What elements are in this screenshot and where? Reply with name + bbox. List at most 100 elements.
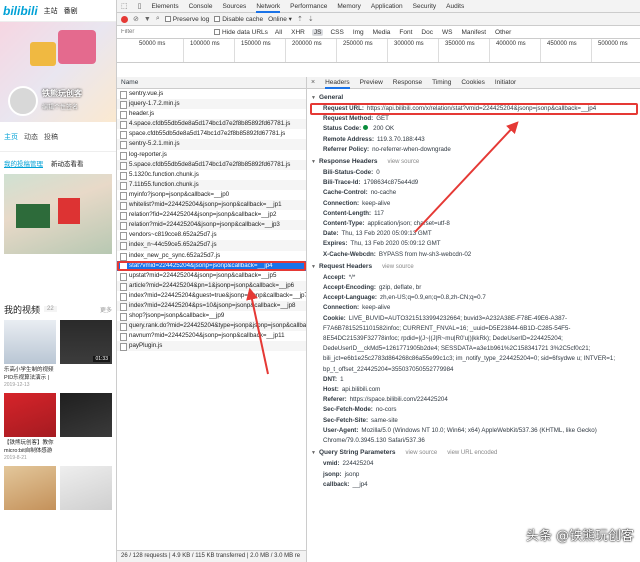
tab-response[interactable]: Response xyxy=(393,77,422,89)
request-row[interactable]: header.js xyxy=(117,109,306,120)
featured-video-thumbnail[interactable] xyxy=(4,174,112,254)
view-source-link[interactable]: view source xyxy=(406,450,438,456)
tab-network[interactable]: Network xyxy=(256,0,281,13)
request-row[interactable]: navnum?mid=224425204&jsonp=jsonp&callbac… xyxy=(117,331,306,342)
request-row[interactable]: index_n~44c59ce5.652a25d7.js xyxy=(117,240,306,251)
tab-console[interactable]: Console xyxy=(189,0,213,13)
tab-memory[interactable]: Memory xyxy=(337,0,360,13)
video-card[interactable] xyxy=(4,393,56,437)
request-row[interactable]: 5.1320c.function.chunk.js xyxy=(117,170,306,180)
request-row[interactable]: relation?mid=224425204&jsonp=jsonp&callb… xyxy=(117,220,306,231)
filter-media[interactable]: Media xyxy=(371,29,393,36)
video-thumbnail[interactable] xyxy=(4,466,56,510)
device-toolbar-icon[interactable]: ▯ xyxy=(138,2,142,10)
search-icon[interactable]: ⌕ xyxy=(156,15,160,23)
video-card[interactable] xyxy=(4,320,56,364)
request-row[interactable]: 5.space.cfdb55db5de8a5d174bc1d7e2f8b8589… xyxy=(117,159,306,170)
export-icon[interactable]: ⇣ xyxy=(308,15,314,23)
video-card[interactable] xyxy=(60,366,112,391)
filter-font[interactable]: Font xyxy=(397,29,414,36)
throttling-select[interactable]: Online ▾ xyxy=(268,15,292,23)
request-headers-section-header[interactable]: ▼ Request Headers view source xyxy=(311,261,640,273)
tab-home[interactable]: 主页 xyxy=(4,132,18,142)
video-thumbnail[interactable] xyxy=(60,466,112,510)
request-row[interactable]: index?mid=224425204&guest=true&jsonp=jso… xyxy=(117,291,306,301)
request-row[interactable]: vendors~c819cce8.652a25d7.js xyxy=(117,230,306,241)
request-row[interactable]: jquery-1.7.2.min.js xyxy=(117,99,306,110)
request-row[interactable]: log-reporter.js xyxy=(117,150,306,160)
checkbox-box[interactable] xyxy=(214,16,221,22)
filter-all[interactable]: All xyxy=(273,29,284,36)
request-row[interactable]: payPlugin.js xyxy=(117,341,306,352)
request-row[interactable]: myinfo?jsonp=jsonp&callback=__jp0 xyxy=(117,190,306,201)
view-source-link[interactable]: view source xyxy=(387,159,419,165)
tab-cookies[interactable]: Cookies xyxy=(461,77,484,89)
request-row-selected[interactable]: stat?vmid=224425204&jsonp=jsonp&callback… xyxy=(117,260,306,271)
tab-submit[interactable]: 投稿 xyxy=(44,132,58,142)
tab-headers[interactable]: Headers xyxy=(325,77,350,89)
checkbox-box[interactable] xyxy=(164,16,171,22)
video-thumbnail[interactable] xyxy=(4,320,56,364)
request-row[interactable]: index?mid=224425204&ps=10&jsonp=jsonp&ca… xyxy=(117,300,306,312)
tab-initiator[interactable]: Initiator xyxy=(495,77,516,89)
disable-cache-checkbox[interactable]: Disable cache xyxy=(214,16,263,23)
filter-input[interactable] xyxy=(121,27,209,37)
filter-ws[interactable]: WS xyxy=(440,29,454,36)
filter-img[interactable]: Img xyxy=(351,29,366,36)
request-row[interactable]: sentry.vue.js xyxy=(117,89,306,100)
request-row[interactable]: 4.space.cfdb55db5de8a5d174bc1d7e2f8b8589… xyxy=(117,119,306,130)
user-signature[interactable]: 编辑个性签名 xyxy=(42,102,78,111)
video-title[interactable] xyxy=(60,366,112,382)
preserve-log-checkbox[interactable]: Preserve log xyxy=(164,16,209,23)
record-icon[interactable] xyxy=(121,15,128,23)
nav-anime[interactable]: 番剧 xyxy=(64,6,78,16)
view-url-encoded-link[interactable]: view URL encoded xyxy=(447,450,497,456)
videos-more-link[interactable]: 更多 xyxy=(100,305,112,314)
checkbox-box[interactable] xyxy=(214,29,220,35)
clear-icon[interactable]: ⊘ xyxy=(133,15,139,23)
video-card[interactable] xyxy=(4,466,56,510)
request-row[interactable]: relation?fid=224425204&jsonp=jsonp&callb… xyxy=(117,210,306,221)
tab-preview[interactable]: Preview xyxy=(360,77,383,89)
request-row[interactable]: article?mid=224425204&pn=1&jsonp=jsonp&c… xyxy=(117,280,306,291)
name-column-header[interactable]: Name xyxy=(117,77,306,89)
request-row[interactable]: space.cfdb55db5de8a5d174bc1d7e2f8b85892f… xyxy=(117,129,306,140)
query-params-section-header[interactable]: ▼ Query String Parameters view source view … xyxy=(311,447,640,459)
request-row[interactable]: 7.11b55.function.chunk.js xyxy=(117,179,306,190)
tab-dynamic[interactable]: 动态 xyxy=(24,132,38,142)
request-row[interactable]: shop?jsonp=jsonp&callback=__jp9 xyxy=(117,311,306,322)
view-source-link[interactable]: view source xyxy=(382,264,414,270)
video-card[interactable] xyxy=(60,466,112,510)
video-card[interactable]: 【铁熊玩创客】教你micro:bit自制体感游戏机 2019-8-21 xyxy=(4,439,56,464)
tab-performance[interactable]: Performance xyxy=(290,0,327,13)
filter-other[interactable]: Other xyxy=(493,29,513,36)
tab-audits[interactable]: Audits xyxy=(446,0,464,13)
import-icon[interactable]: ⇡ xyxy=(297,15,303,23)
request-row[interactable]: index_new_pc_sync.652a25d7.js xyxy=(117,251,306,261)
close-icon[interactable]: × xyxy=(311,79,315,86)
tab-elements[interactable]: Elements xyxy=(151,0,178,13)
general-section-header[interactable]: ▼ General xyxy=(311,92,640,104)
video-title[interactable]: 乐高小学生制的视频PID乐视算法演示 | 铁熊玩创客 xyxy=(4,366,56,382)
video-card[interactable]: 01:33 xyxy=(60,320,112,364)
network-overview-timeline[interactable]: 50000 ms 100000 ms 150000 ms 200000 ms 25000… xyxy=(117,39,640,63)
tab-application[interactable]: Application xyxy=(371,0,403,13)
tab-timing[interactable]: Timing xyxy=(432,77,451,89)
video-thumbnail[interactable]: 01:33 xyxy=(60,320,112,364)
request-row[interactable]: whitelist?mid=224425204&jsonp=jsonp&call… xyxy=(117,200,306,211)
tab-sources[interactable]: Sources xyxy=(222,0,246,13)
video-card[interactable] xyxy=(60,439,112,464)
request-row[interactable]: upstat?mid=224425204&jsonp=jsonp&callbac… xyxy=(117,271,306,281)
subtab-manage[interactable]: 我的投稿管理 xyxy=(4,158,43,168)
filter-css[interactable]: CSS xyxy=(328,29,345,36)
subtab-new[interactable]: 新动态看看 xyxy=(51,158,84,168)
request-row[interactable]: sentry-5.2.1.min.js xyxy=(117,139,306,150)
filter-xhr[interactable]: XHR xyxy=(289,29,307,36)
video-card[interactable]: 乐高小学生制的视频PID乐视算法演示 | 铁熊玩创客 2019-12-13 xyxy=(4,366,56,391)
video-title[interactable]: 【铁熊玩创客】教你micro:bit自制体感游戏机 xyxy=(4,439,56,455)
filter-doc[interactable]: Doc xyxy=(419,29,435,36)
request-row[interactable]: query.rank.do?mid=224425204&type=jsonp&j… xyxy=(117,321,306,332)
hide-data-urls-checkbox[interactable]: Hide data URLs xyxy=(214,29,268,36)
tab-security[interactable]: Security xyxy=(413,0,436,13)
video-title[interactable] xyxy=(60,439,112,455)
